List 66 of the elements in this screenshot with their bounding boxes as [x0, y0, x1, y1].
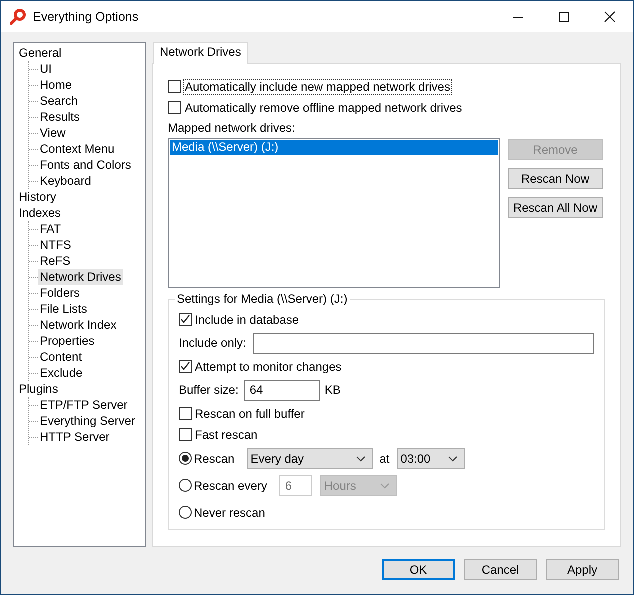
checkbox-label[interactable]: Automatically remove offline mapped network drives — [183, 100, 464, 116]
at-label: at — [380, 452, 390, 466]
tree-item[interactable]: UI — [38, 61, 54, 77]
window-title: Everything Options — [33, 10, 140, 24]
tree-item[interactable]: Properties — [38, 333, 97, 349]
radio-label[interactable]: Rescan — [194, 452, 235, 466]
action-button[interactable]: Rescan Now — [508, 168, 603, 189]
tree-item[interactable]: File Lists — [38, 301, 90, 317]
tree-item[interactable]: Home — [38, 77, 74, 93]
tree-item[interactable]: FAT — [38, 221, 64, 237]
radio-button[interactable] — [179, 452, 192, 465]
tree-item[interactable]: NTFS — [38, 237, 74, 253]
tree-item[interactable]: Folders — [38, 285, 82, 301]
field-label: Include only: — [179, 336, 246, 350]
tree-item[interactable]: Content — [38, 349, 84, 365]
checkbox[interactable] — [179, 313, 192, 326]
field-label: Buffer size: — [179, 383, 239, 397]
checkbox-label[interactable]: Automatically include new mapped network drives — [183, 78, 452, 94]
tree-item[interactable]: Everything Server — [38, 413, 138, 429]
radio-button[interactable] — [179, 506, 192, 519]
tree-item[interactable]: Network Index — [38, 317, 119, 333]
checkbox[interactable] — [179, 360, 192, 373]
checkbox-label[interactable]: Attempt to monitor changes — [195, 360, 342, 374]
tree-item[interactable]: Exclude — [38, 365, 85, 381]
radio-button[interactable] — [179, 479, 192, 492]
checkbox[interactable] — [168, 80, 181, 93]
include-only-field[interactable] — [253, 332, 594, 354]
tree-item[interactable]: Plugins — [17, 381, 60, 397]
tree-item[interactable]: History — [17, 189, 58, 205]
tree-item[interactable]: Context Menu — [38, 141, 117, 157]
tab[interactable]: Network Drives — [153, 42, 248, 64]
chevron-down-icon — [380, 482, 390, 488]
dialog-button[interactable]: Apply — [546, 559, 619, 580]
dropdown[interactable]: 03:00 — [396, 448, 465, 469]
radio-label[interactable]: Rescan every — [194, 478, 268, 492]
tree-item[interactable]: Results — [38, 109, 82, 125]
tree-item[interactable]: Fonts and Colors — [38, 157, 134, 173]
chevron-down-icon — [356, 456, 366, 462]
checkbox[interactable] — [168, 101, 181, 114]
buffer-size-field[interactable]: 64 — [244, 380, 320, 400]
dropdown[interactable]: Every day — [246, 448, 373, 469]
tree-item[interactable]: View — [38, 125, 68, 141]
checkbox[interactable] — [179, 407, 192, 420]
magnifier-icon — [10, 8, 26, 24]
tree-item[interactable]: ETP/FTP Server — [38, 397, 130, 413]
tree-item[interactable]: HTTP Server — [38, 429, 112, 445]
dialog-button[interactable]: OK — [382, 559, 455, 580]
checkbox[interactable] — [179, 428, 192, 441]
unit-label: KB — [324, 383, 341, 397]
tree-item[interactable]: General — [17, 45, 64, 61]
dialog-button[interactable]: Cancel — [464, 559, 537, 580]
tree-item[interactable]: Search — [38, 93, 80, 109]
drive-item[interactable]: Media (\\Server) (J:) — [170, 140, 498, 155]
checkbox-label[interactable]: Rescan on full buffer — [195, 406, 305, 420]
drive-list[interactable]: Media (\\Server) (J:) — [168, 138, 500, 288]
group-title: Settings for Media (\\Server) (J:) — [175, 292, 350, 306]
action-button[interactable]: Rescan All Now — [508, 197, 603, 218]
tree-item[interactable]: Indexes — [17, 205, 64, 221]
chevron-down-icon — [448, 456, 458, 462]
tree-item[interactable]: Network Drives — [38, 269, 124, 285]
list-label: Mapped network drives: — [168, 121, 296, 137]
tree-item[interactable]: ReFS — [38, 253, 73, 269]
radio-label[interactable]: Never rescan — [194, 506, 266, 520]
checkbox-label[interactable]: Fast rescan — [195, 428, 258, 442]
checkbox-label[interactable]: Include in database — [195, 312, 300, 326]
tree-item[interactable]: Keyboard — [38, 173, 94, 189]
